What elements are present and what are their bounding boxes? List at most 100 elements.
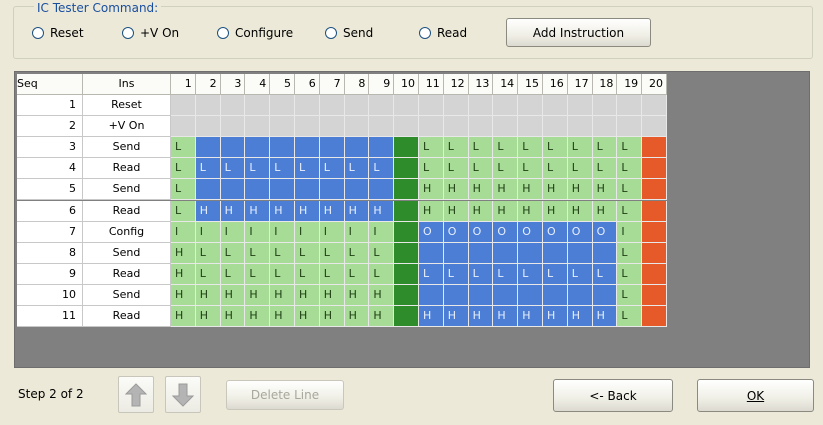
pin-cell[interactable]: L [195,158,221,180]
pin-cell[interactable]: I [195,221,221,243]
pin-cell[interactable] [319,179,345,201]
pin-cell[interactable]: L [369,263,395,285]
pin-cell[interactable] [468,116,494,138]
pin-cell[interactable]: L [295,242,320,264]
pin-cell[interactable]: H [443,179,469,201]
pin-cell[interactable] [642,95,667,117]
pin-cell[interactable]: L [617,284,643,306]
pin-cell[interactable] [369,95,395,117]
pin-cell[interactable] [245,137,271,159]
pin-cell[interactable] [543,284,568,306]
pin-cell[interactable]: L [493,137,519,159]
pin-cell[interactable]: L [220,158,246,180]
move-up-button[interactable] [118,376,154,413]
row-instruction[interactable]: Read [83,263,171,285]
pin-cell[interactable]: L [518,158,543,180]
pin-cell[interactable]: H [592,179,618,201]
pin-cell[interactable]: L [295,158,320,180]
pin-cell[interactable] [642,137,667,159]
row-seq[interactable]: 11 [17,306,83,328]
pin-cell[interactable]: L [270,263,295,285]
row-instruction[interactable]: +V On [83,116,171,138]
pin-cell[interactable] [369,179,395,201]
pin-cell[interactable]: O [543,221,568,243]
pin-cell[interactable] [295,95,320,117]
pin-cell[interactable]: H [195,200,221,222]
pin-cell[interactable] [642,179,667,201]
pin-cell[interactable]: L [220,242,246,264]
pin-cell[interactable]: H [543,306,568,328]
radio-v-on[interactable]: +V On [122,25,179,41]
pin-cell[interactable]: H [369,306,395,328]
pin-cell[interactable] [567,242,593,264]
pin-cell[interactable] [617,95,643,117]
delete-line-button[interactable]: Delete Line [226,380,344,410]
pin-cell[interactable]: L [543,263,568,285]
pin-cell[interactable]: H [443,306,469,328]
pin-cell[interactable] [642,200,667,222]
pin-cell[interactable]: H [518,179,543,201]
pin-cell[interactable] [344,95,370,117]
column-header-pin[interactable]: 7 [319,74,345,95]
row-instruction[interactable]: Send [83,179,171,201]
column-header-pin[interactable]: 3 [220,74,246,95]
pin-cell[interactable] [642,116,667,138]
add-instruction-button[interactable]: Add Instruction [506,18,651,47]
pin-cell[interactable]: L [617,158,643,180]
pin-cell[interactable]: L [171,179,196,201]
pin-cell[interactable] [270,179,295,201]
column-header-pin[interactable]: 16 [543,74,568,95]
pin-cell[interactable]: H [592,200,618,222]
row-seq[interactable]: 10 [17,284,83,306]
pin-cell[interactable]: H [344,200,370,222]
pin-cell[interactable] [642,284,667,306]
radio-circle-icon[interactable] [122,27,134,39]
pin-cell[interactable]: H [245,284,271,306]
row-instruction[interactable]: Reset [83,95,171,117]
pin-cell[interactable]: L [617,137,643,159]
pin-cell[interactable] [642,158,667,180]
pin-cell[interactable] [394,158,419,180]
radio-send[interactable]: Send [325,25,373,41]
pin-cell[interactable]: H [518,200,543,222]
pin-cell[interactable]: H [468,306,494,328]
column-header-pin[interactable]: 19 [617,74,643,95]
row-seq[interactable]: 8 [17,242,83,264]
radio-reset[interactable]: Reset [32,25,84,41]
pin-cell[interactable] [295,137,320,159]
column-header-pin[interactable]: 15 [518,74,543,95]
pin-cell[interactable] [567,95,593,117]
pin-cell[interactable] [195,179,221,201]
pin-cell[interactable]: O [493,221,519,243]
pin-cell[interactable] [344,179,370,201]
pin-cell[interactable]: H [171,242,196,264]
pin-cell[interactable]: L [592,263,618,285]
pin-cell[interactable] [220,179,246,201]
pin-cell[interactable] [642,306,667,328]
pin-cell[interactable] [295,179,320,201]
pin-cell[interactable]: H [468,200,494,222]
pin-cell[interactable] [369,137,395,159]
column-header-pin[interactable]: 13 [468,74,494,95]
pin-cell[interactable] [344,116,370,138]
pin-cell[interactable] [220,137,246,159]
pin-cell[interactable] [295,116,320,138]
pin-cell[interactable] [344,137,370,159]
column-header-pin[interactable]: 18 [592,74,618,95]
column-header-pin[interactable]: 4 [245,74,271,95]
column-header-ins[interactable]: Ins [83,74,171,95]
pin-cell[interactable]: L [617,242,643,264]
pin-cell[interactable] [419,284,444,306]
pin-cell[interactable] [245,116,271,138]
pin-cell[interactable]: L [617,200,643,222]
column-header-pin[interactable]: 14 [493,74,519,95]
pin-cell[interactable] [394,95,419,117]
row-instruction[interactable]: Config [83,221,171,243]
pin-cell[interactable] [394,179,419,201]
row-seq[interactable]: 4 [17,158,83,180]
pin-cell[interactable]: L [245,263,271,285]
pin-cell[interactable] [592,242,618,264]
pin-cell[interactable] [543,242,568,264]
row-seq[interactable]: 5 [17,179,83,201]
pin-cell[interactable]: L [518,263,543,285]
